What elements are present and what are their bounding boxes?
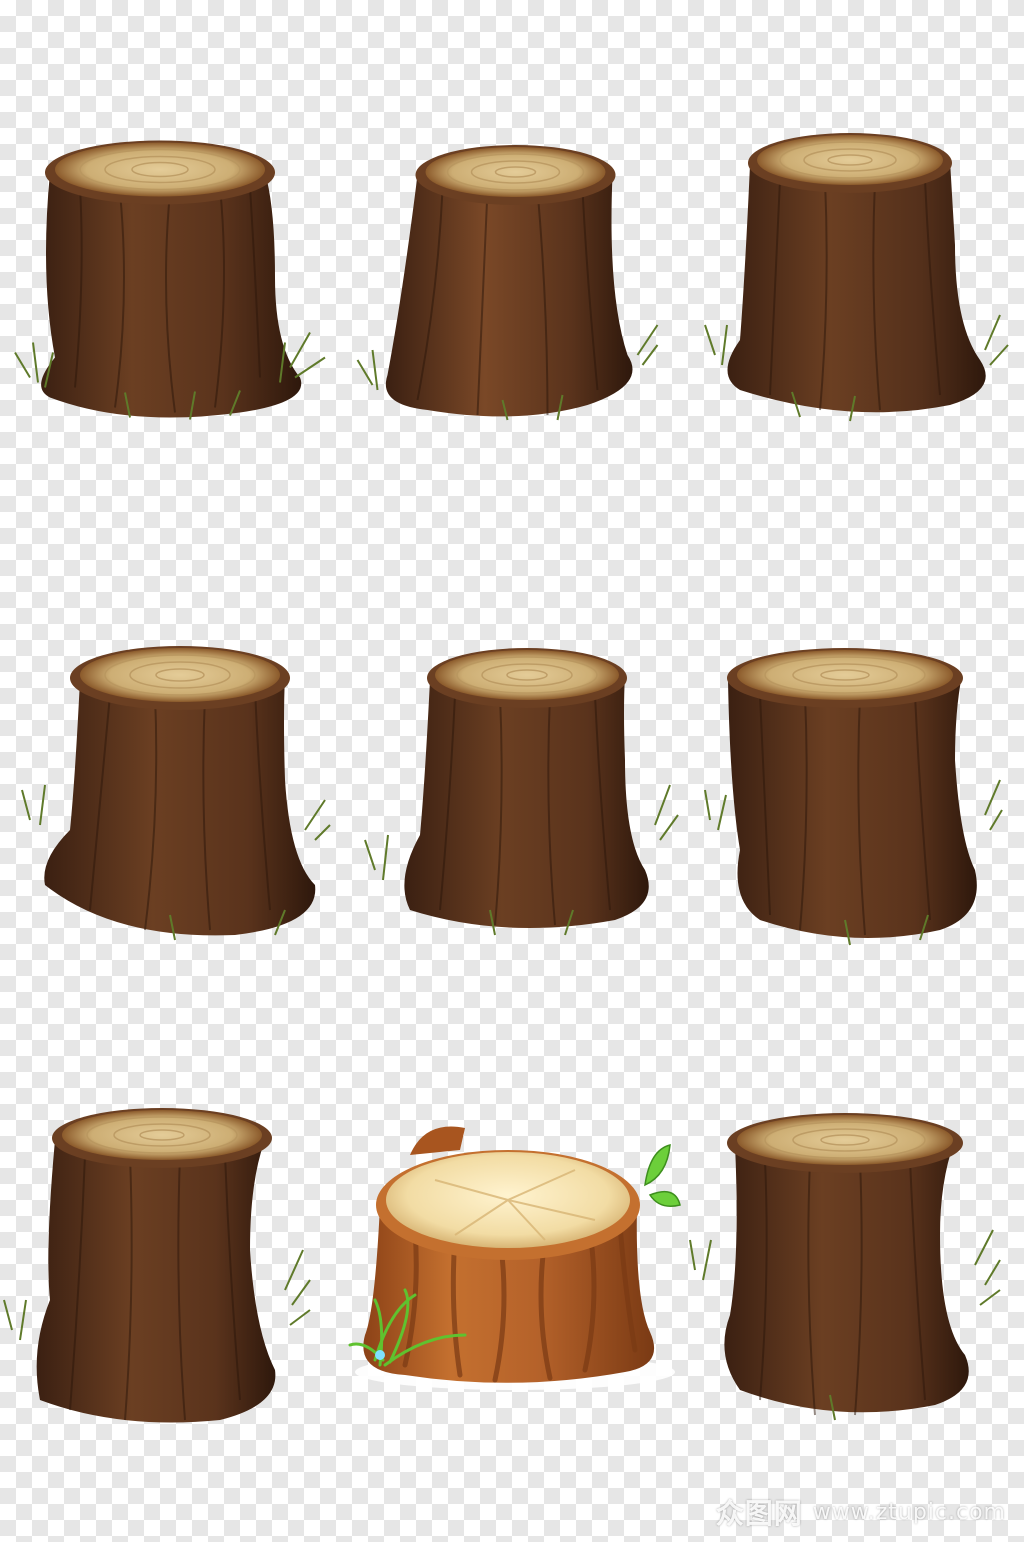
watermark-url: www.ztupic.com	[812, 1499, 1006, 1525]
tree-stump-5	[355, 640, 685, 940]
tree-stump-7-graphic	[3, 1108, 311, 1423]
watermark-logo: 众图网	[715, 1497, 803, 1530]
tree-stump-6	[700, 640, 1005, 950]
tree-stump-2-graphic	[356, 145, 659, 421]
tree-stump-3-graphic	[704, 133, 1009, 422]
tree-stump-4-graphic	[21, 646, 331, 941]
tree-stump-3	[700, 125, 1010, 425]
tree-stump-6-graphic	[704, 648, 1003, 946]
tree-stump-7	[0, 1100, 325, 1430]
tree-stump-9-graphic	[689, 1113, 1001, 1421]
cartoon-tree-stump	[345, 1110, 681, 1390]
tree-stump-4	[15, 630, 335, 945]
cartoon-tree-stump-graphic	[348, 1126, 681, 1390]
tree-stump-1-graphic	[14, 140, 326, 420]
tree-stump-5-graphic	[364, 648, 679, 936]
watermark: 众图网 www.ztupic.com	[716, 1492, 1006, 1532]
tree-stump-1	[10, 125, 330, 430]
tree-stump-2	[345, 135, 670, 425]
tree-stump-9	[685, 1105, 1010, 1425]
stump-grid	[0, 0, 1024, 1542]
